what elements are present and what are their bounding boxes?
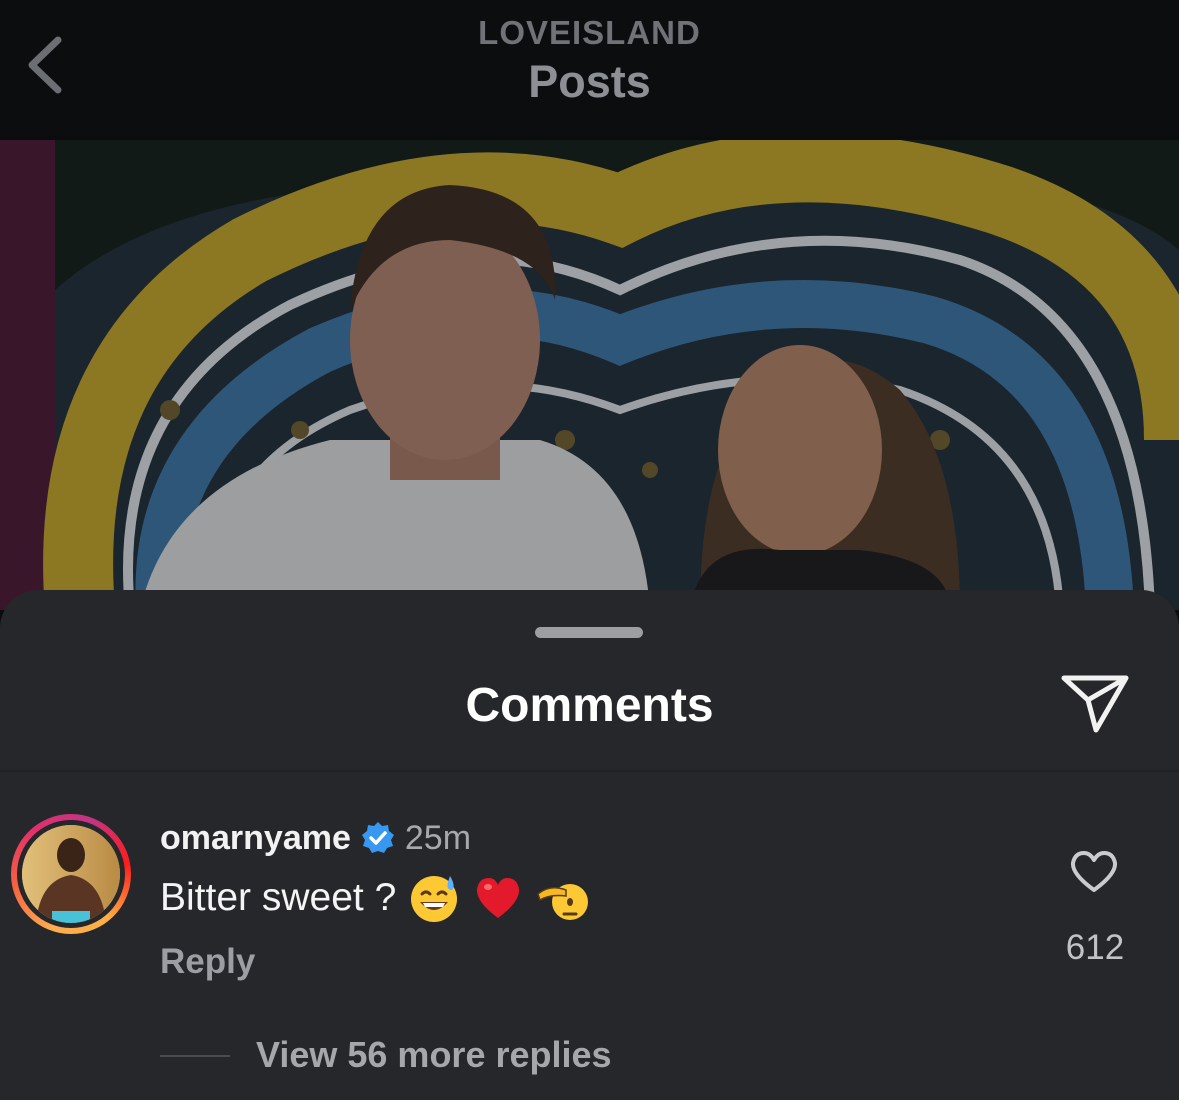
paper-plane-icon[interactable] <box>1058 670 1132 736</box>
top-nav-bar: LOVEISLAND Posts <box>0 0 1179 135</box>
comment-item: omarnyame 25m Bitter sweet ? Reply 612 V… <box>0 790 1179 1100</box>
replies-connector-line <box>160 1055 230 1057</box>
header-divider <box>0 770 1179 772</box>
comment-timestamp: 25m <box>404 818 472 857</box>
red-heart-emoji-icon <box>477 878 520 918</box>
avatar-story-ring[interactable] <box>11 814 131 934</box>
avatar[interactable] <box>22 825 120 923</box>
reply-button[interactable]: Reply <box>160 942 255 982</box>
account-name[interactable]: LOVEISLAND <box>0 14 1179 52</box>
verified-badge-icon <box>361 822 394 853</box>
sweat-smile-emoji-icon <box>411 876 458 922</box>
view-more-replies-button[interactable]: View 56 more replies <box>256 1034 612 1076</box>
sheet-grabber-handle[interactable] <box>535 627 643 638</box>
comment-text: Bitter sweet ? <box>160 876 397 919</box>
comments-sheet: Comments omarnyame 25m Bitter sweet ? Re… <box>0 590 1179 1100</box>
heart-like-icon[interactable] <box>1068 848 1120 896</box>
saluting-face-emoji-icon <box>537 884 589 920</box>
sheet-title: Comments <box>465 679 714 732</box>
comment-body: Bitter sweet ? <box>160 872 589 924</box>
comment-username[interactable]: omarnyame <box>160 819 351 858</box>
post-image <box>0 140 1179 610</box>
comment-header: omarnyame 25m <box>160 818 471 858</box>
like-count: 612 <box>1065 928 1125 967</box>
page-title: Posts <box>528 56 651 107</box>
